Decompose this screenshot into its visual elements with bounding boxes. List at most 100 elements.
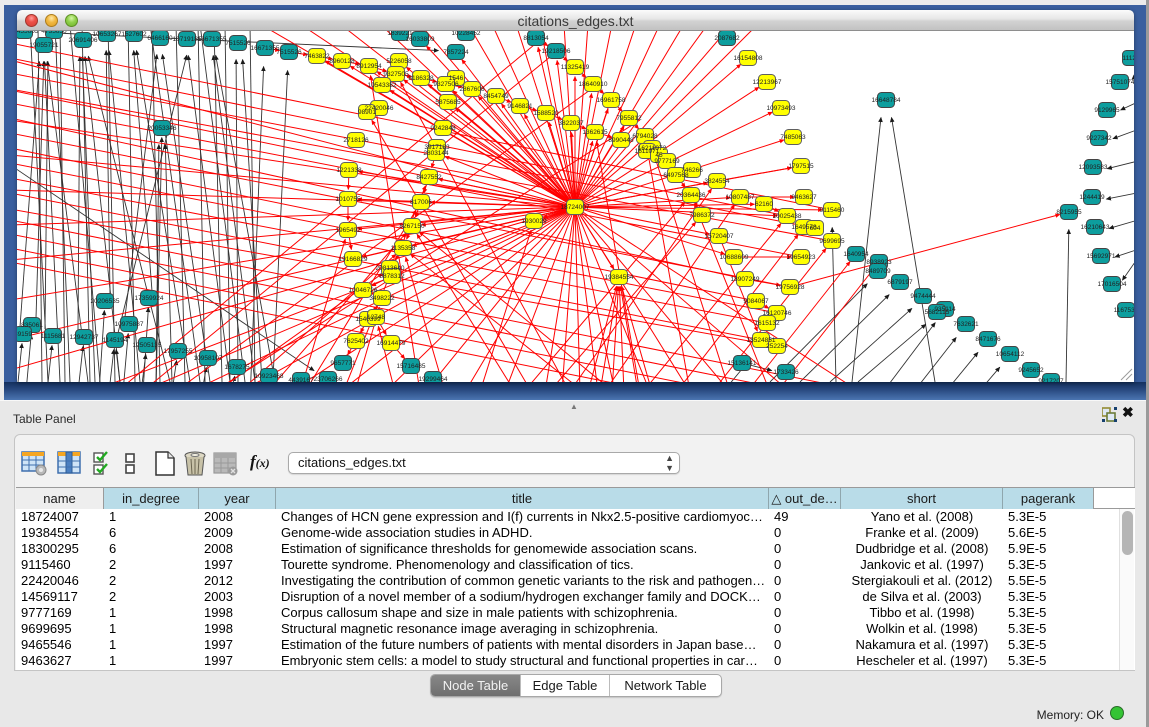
svg-text:17016504: 17016504	[1098, 281, 1127, 288]
svg-text:7632621: 7632621	[953, 321, 979, 328]
svg-text:8813054: 8813054	[523, 35, 549, 42]
svg-text:8215955: 8215955	[1056, 209, 1082, 216]
svg-text:9115460: 9115460	[820, 207, 845, 214]
svg-text:19218506: 19218506	[542, 48, 571, 55]
svg-text:5226058: 5226058	[386, 58, 412, 65]
svg-text:7515526: 7515526	[276, 49, 302, 56]
svg-text:15751074: 15751074	[1106, 79, 1134, 86]
svg-text:9777169: 9777169	[654, 158, 680, 165]
svg-text:8938923: 8938923	[866, 259, 892, 266]
svg-text:1244419: 1244419	[1079, 194, 1105, 201]
svg-text:1678275: 1678275	[224, 364, 250, 371]
svg-text:12505135: 12505135	[133, 342, 162, 349]
svg-text:18724007: 18724007	[561, 204, 590, 211]
svg-text:9699695: 9699695	[819, 238, 845, 245]
svg-text:2087682: 2087682	[714, 35, 740, 42]
svg-text:15692971: 15692971	[1087, 253, 1116, 260]
svg-text:1930029: 1930029	[521, 218, 547, 225]
svg-text:16671355: 16671355	[198, 36, 227, 43]
svg-text:1362615: 1362615	[582, 129, 608, 136]
svg-text:7625402: 7625402	[343, 338, 369, 345]
svg-text:12942737: 12942737	[70, 334, 99, 341]
svg-text:20206535: 20206535	[91, 298, 120, 305]
svg-text:8454749: 8454749	[483, 93, 509, 100]
svg-text:10973493: 10973493	[767, 105, 796, 112]
svg-text:9327505: 9327505	[383, 71, 409, 78]
svg-text:10975887: 10975887	[115, 321, 144, 328]
svg-text:19299464: 19299464	[419, 376, 448, 382]
svg-text:7515526: 7515526	[225, 40, 251, 47]
svg-text:6466160: 6466160	[147, 35, 173, 42]
svg-text:1135358: 1135358	[391, 245, 416, 252]
svg-text:15716485: 15716485	[397, 363, 426, 370]
svg-text:19756928: 19756928	[776, 284, 805, 291]
svg-text:4439167: 4439167	[288, 377, 314, 382]
svg-text:16648784: 16648784	[872, 97, 901, 104]
svg-text:22455603: 22455603	[17, 31, 39, 35]
svg-text:10046726: 10046726	[349, 287, 378, 294]
svg-text:8267150: 8267150	[399, 223, 425, 230]
svg-text:6879197: 6879197	[887, 279, 913, 286]
svg-text:604: 604	[810, 225, 821, 232]
svg-text:9245652: 9245652	[1018, 367, 1044, 374]
svg-text:7463822: 7463822	[304, 53, 330, 60]
svg-text:5875685: 5875685	[435, 99, 461, 106]
svg-text:1221338: 1221338	[336, 167, 362, 174]
svg-text:1615132: 1615132	[754, 320, 780, 327]
svg-text:12093583: 12093583	[1079, 164, 1108, 171]
svg-text:17957255: 17957255	[164, 348, 193, 355]
svg-text:10958107: 10958107	[194, 355, 223, 362]
svg-text:20691406: 20691406	[69, 37, 98, 44]
svg-text:9474444: 9474444	[910, 293, 936, 300]
svg-text:19384554: 19384554	[605, 274, 634, 281]
svg-text:8427552: 8427552	[416, 174, 442, 181]
svg-text:1965492: 1965492	[335, 227, 361, 234]
svg-text:17359924: 17359924	[135, 295, 164, 302]
svg-text:19654923: 19654923	[787, 254, 816, 261]
svg-text:1145194: 1145194	[103, 337, 128, 344]
svg-text:19055721: 19055721	[30, 42, 59, 49]
svg-text:7485063: 7485063	[780, 134, 806, 141]
svg-text:252254: 252254	[766, 343, 788, 350]
svg-text:3498222: 3498222	[369, 295, 395, 302]
svg-text:9129965: 9129965	[1094, 107, 1120, 114]
svg-text:23706266: 23706266	[314, 376, 343, 382]
svg-text:18640910: 18640910	[579, 81, 608, 88]
svg-text:9084067: 9084067	[743, 298, 769, 305]
svg-text:7955812: 7955812	[616, 115, 642, 122]
svg-text:8912954: 8912954	[356, 63, 382, 70]
svg-text:6497568: 6497568	[663, 172, 689, 179]
svg-text:11120: 11120	[1122, 55, 1134, 62]
svg-text:2718126: 2718126	[343, 137, 369, 144]
svg-text:62160: 62160	[755, 201, 773, 208]
svg-text:7986372: 7986372	[689, 212, 715, 219]
svg-text:9327506: 9327506	[433, 81, 459, 88]
svg-text:7857224: 7857224	[443, 49, 469, 56]
svg-text:1527602: 1527602	[121, 31, 147, 38]
svg-text:16961758: 16961758	[597, 97, 626, 104]
svg-text:12213967: 12213967	[753, 79, 782, 86]
svg-text:1115681: 1115681	[41, 333, 66, 340]
svg-text:8186328: 8186328	[408, 75, 434, 82]
svg-text:10654112: 10654112	[996, 351, 1025, 358]
svg-text:1640954: 1640954	[843, 251, 869, 258]
svg-text:16914479: 16914479	[377, 340, 406, 347]
svg-text:10025438: 10025438	[773, 213, 802, 220]
svg-text:835061: 835061	[21, 322, 43, 329]
svg-text:16033809: 16033809	[406, 36, 435, 43]
svg-text:3822037: 3822037	[558, 120, 584, 127]
svg-text:1010755: 1010755	[335, 196, 361, 203]
svg-text:9463627: 9463627	[791, 194, 817, 201]
svg-text:2803144: 2803144	[423, 150, 449, 157]
svg-text:20364436: 20364436	[677, 192, 706, 199]
svg-text:10228452: 10228452	[452, 31, 481, 37]
svg-text:9242848: 9242848	[430, 125, 456, 132]
svg-text:5682115: 5682115	[925, 309, 950, 316]
svg-text:16210643: 16210643	[1081, 224, 1110, 231]
svg-text:4735650: 4735650	[41, 31, 67, 35]
svg-text:20813640: 20813640	[376, 265, 405, 272]
svg-text:16154808: 16154808	[734, 55, 763, 62]
svg-text:10653267: 10653267	[93, 31, 122, 38]
svg-text:10807487: 10807487	[726, 194, 755, 201]
svg-text:8489709: 8489709	[865, 268, 891, 275]
